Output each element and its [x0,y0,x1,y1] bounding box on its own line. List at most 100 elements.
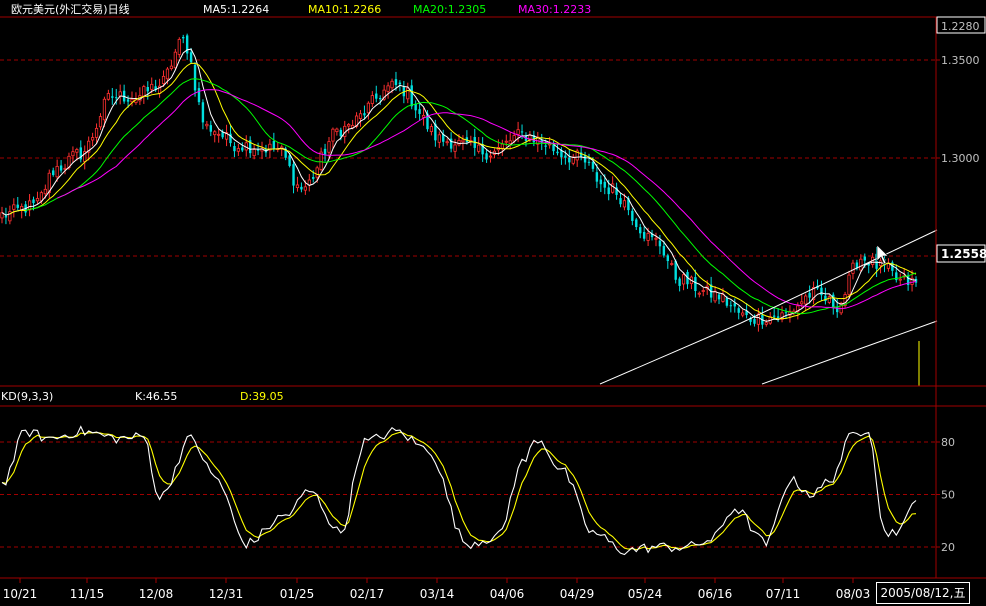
candle [442,129,445,147]
candle [122,84,126,104]
candle [236,143,240,156]
trend-channel [599,229,938,386]
candle [843,291,847,308]
candle [414,100,417,119]
candle [185,33,189,60]
candle [16,197,19,211]
candle [87,136,91,161]
candle [508,132,512,150]
candle [429,123,434,136]
x-tick-label: 06/16 [698,587,733,601]
candle [898,273,902,286]
moving-averages [1,48,917,322]
candle [347,122,351,134]
kd-tick-label: 50 [941,489,955,502]
k-line [1,425,917,556]
candle [611,176,615,194]
candle [79,140,82,163]
kd-label: KD(9,3,3) [1,390,54,403]
candle [568,149,571,171]
candle [650,229,654,241]
candle [177,37,181,58]
candlestick-chart: 1.2280 1.3500 1.3000 1.2558 80 50 20 10/21 11/15… [0,16,986,601]
candle [280,144,284,157]
candle [323,143,327,162]
d-readout: D:39.05 [240,390,284,403]
candle [804,293,808,311]
candle [768,312,772,325]
candle [639,223,642,239]
x-tick-label: 12/31 [209,587,244,601]
candle [587,153,591,166]
x-tick-label: 07/11 [766,587,801,601]
candle [292,160,295,194]
candle [477,136,481,154]
candle [248,136,252,158]
candle [654,232,658,247]
candle [182,34,185,44]
k-readout: K:46.55 [135,390,178,403]
candle [386,82,390,99]
candle [205,121,209,130]
x-tick-label: 02/17 [350,587,385,601]
candle [827,294,831,305]
candle [52,167,55,177]
x-tick-label: 08/03 [836,587,871,601]
current-date-box: 2005/08/12,五 [876,582,970,604]
candle [252,144,256,160]
ma20-line [25,78,917,315]
candle [820,280,823,301]
candle [213,130,217,143]
candle [0,206,4,224]
candle [241,142,244,153]
trend-line-lower-left [599,322,742,385]
x-tick-label: 01/25 [280,587,315,601]
candle [599,175,603,193]
candle [193,62,197,97]
candle [729,300,733,313]
candle [556,144,559,156]
candle [358,110,363,127]
candle [233,142,236,158]
ma5-readout: MA5:1.2264 [203,3,270,16]
x-tick-label: 10/21 [3,587,38,601]
candle [406,82,410,104]
candle [8,205,12,225]
y-tick-label: 1.2280 [941,20,980,33]
ma5-line [1,48,917,322]
candle [201,99,205,130]
x-tick-label: 05/24 [628,587,663,601]
candle [694,269,697,298]
candle [811,281,816,305]
candle [449,132,453,153]
candle [375,85,378,103]
candle [370,91,374,108]
candle [4,207,8,225]
candles [0,33,918,332]
ma20-readout: MA20:1.2305 [413,3,487,16]
candle [701,287,705,297]
candle [666,253,670,269]
candle [209,120,213,137]
candle [35,191,40,204]
candle [421,107,426,126]
candle [792,308,796,316]
candle [824,287,827,305]
candle [173,48,177,70]
candle [217,129,221,143]
candle [717,292,721,305]
candle [500,139,504,156]
x-tick-label: 12/08 [139,587,174,601]
candle [94,123,99,144]
candle [681,272,686,291]
candle [445,138,449,146]
axes [0,16,986,583]
candle [816,279,819,290]
d-line [1,431,917,551]
candle [571,153,575,166]
axis-labels: 1.2280 1.3500 1.3000 1.2558 80 50 20 10/21 11/15… [3,16,986,601]
candle [437,131,441,149]
candle [709,276,713,303]
y-tick-label: 1.3000 [941,152,980,165]
candle [678,276,681,292]
